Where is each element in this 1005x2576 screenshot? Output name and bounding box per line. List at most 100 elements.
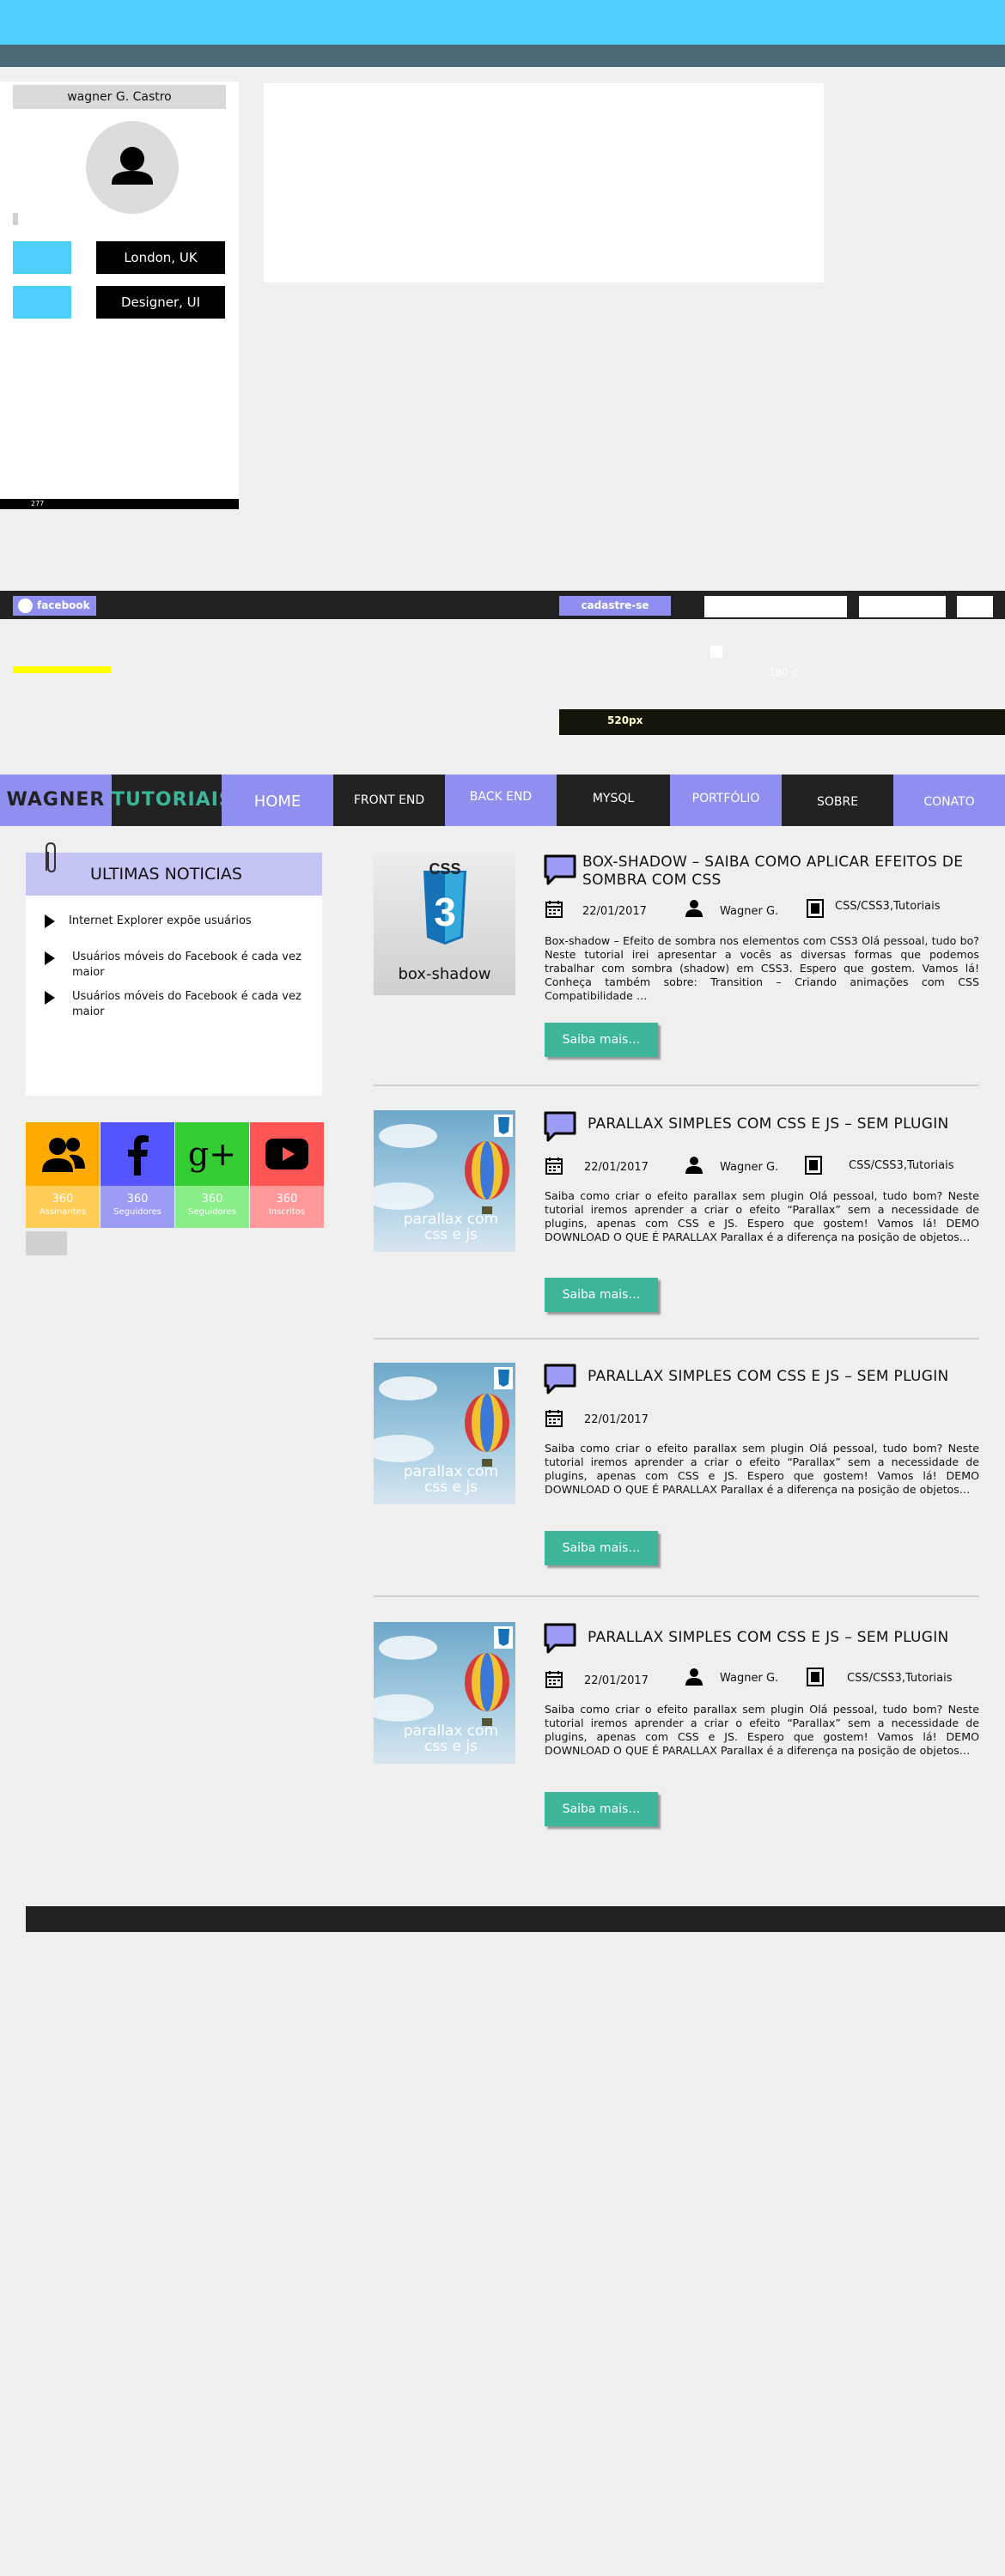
- role-swatch: [13, 286, 71, 319]
- post-category[interactable]: CSS/CSS3,Tutoriais: [849, 1159, 954, 1172]
- avatar[interactable]: [86, 121, 179, 214]
- bullet-arrow-icon: [45, 914, 55, 928]
- post-thumbnail[interactable]: parallax com css e js: [365, 1622, 515, 1764]
- post-thumbnail[interactable]: parallax com css e js: [365, 1363, 515, 1504]
- post-excerpt: Saiba como criar o efeito parallax sem p…: [545, 1189, 979, 1243]
- news-item[interactable]: Usuários móveis do Facebook é cada vez m…: [72, 950, 304, 981]
- social-label: Seguidores: [113, 1207, 161, 1217]
- calendar-icon: [545, 1671, 563, 1688]
- profile-name: wagner G. Castro: [13, 85, 226, 109]
- post-date: 22/01/2017: [584, 1674, 649, 1687]
- thumb-caption: parallax com css e js: [403, 1463, 499, 1496]
- logo-tutoriais[interactable]: TUTORIAIS: [112, 775, 233, 826]
- password-input[interactable]: [859, 596, 946, 617]
- social-tile-google-plus[interactable]: g+ 360 Seguidores: [175, 1122, 249, 1228]
- facebook-circle-icon: [18, 598, 33, 613]
- profile-marker: [13, 213, 18, 225]
- post-thumbnail[interactable]: CSS 3 box-shadow: [374, 854, 515, 995]
- read-more-button[interactable]: Saiba mais…: [545, 1792, 658, 1826]
- author-icon: [685, 1668, 703, 1686]
- post-divider: [374, 1084, 979, 1086]
- content-panel: [264, 83, 824, 283]
- social-label: Seguidores: [188, 1207, 236, 1217]
- post-title[interactable]: PARALLAX SIMPLES COM CSS E JS – SEM PLUG…: [588, 1629, 991, 1647]
- username-input[interactable]: [704, 596, 847, 617]
- signup-button[interactable]: cadastre-se: [559, 596, 671, 616]
- bullet-arrow-icon: [45, 991, 55, 1005]
- social-count: 360: [52, 1193, 74, 1206]
- news-title: ULTIMAS NOTICIAS: [26, 853, 322, 896]
- read-more-button[interactable]: Saiba mais…: [545, 1278, 658, 1312]
- top-banner-strip: [0, 45, 1005, 67]
- facebook-icon: [128, 1135, 149, 1176]
- calendar-icon: [545, 1410, 563, 1427]
- nav-front-end[interactable]: FRONT END: [333, 775, 445, 826]
- paperclip-icon: [46, 841, 56, 873]
- post-author[interactable]: Wagner G.: [720, 905, 778, 918]
- social-count: 360: [201, 1193, 223, 1206]
- login-submit[interactable]: [957, 596, 993, 617]
- post-date: 22/01/2017: [582, 905, 647, 918]
- post-divider: [374, 1338, 979, 1340]
- calendar-icon: [545, 901, 563, 918]
- placeholder-square: [26, 1231, 67, 1255]
- location-swatch: [13, 241, 71, 274]
- document-icon: [805, 1156, 822, 1175]
- speech-bubble-icon: [544, 1111, 576, 1142]
- read-more-button[interactable]: Saiba mais…: [545, 1531, 658, 1565]
- social-label: Assinantes: [39, 1207, 87, 1217]
- thumb-caption: parallax com css e js: [403, 1722, 499, 1755]
- white-square: [710, 646, 722, 658]
- nav-portfolio[interactable]: PORTFÓLIO: [670, 775, 782, 826]
- read-more-button[interactable]: Saiba mais…: [545, 1023, 658, 1057]
- news-item[interactable]: Usuários móveis do Facebook é cada vez m…: [72, 989, 304, 1020]
- svg-text:3: 3: [434, 890, 456, 934]
- width-bar: 520px: [559, 709, 1005, 735]
- post-date: 22/01/2017: [584, 1161, 649, 1174]
- profile-footer: 277: [0, 499, 239, 509]
- social-count: 360: [126, 1193, 149, 1206]
- social-count: 360: [276, 1193, 298, 1206]
- thumb-caption: box-shadow: [398, 965, 491, 983]
- nav-mysql[interactable]: MYSQL: [557, 775, 670, 826]
- speech-bubble-icon: [544, 1364, 576, 1394]
- logo-wagner[interactable]: WAGNER: [0, 775, 112, 826]
- post-title[interactable]: BOX-SHADOW – SAIBA COMO APLICAR EFEITOS …: [582, 854, 986, 890]
- calendar-icon: [545, 1157, 563, 1175]
- post-thumbnail[interactable]: parallax com css e js: [365, 1110, 515, 1252]
- post-category[interactable]: CSS/CSS3,Tutoriais: [835, 900, 941, 913]
- location-label: London, UK: [96, 241, 225, 274]
- top-banner: [0, 0, 1005, 45]
- news-item[interactable]: Internet Explorer expõe usuários: [69, 914, 326, 929]
- users-icon: [42, 1138, 85, 1172]
- post-title[interactable]: PARALLAX SIMPLES COM CSS E JS – SEM PLUG…: [588, 1115, 991, 1133]
- social-label: Inscritos: [268, 1207, 306, 1217]
- social-tile-facebook[interactable]: 360 Seguidores: [100, 1122, 174, 1228]
- post-divider: [374, 1595, 979, 1597]
- google-plus-icon: g+: [187, 1135, 237, 1173]
- bullet-arrow-icon: [45, 951, 55, 965]
- document-icon: [807, 1668, 824, 1686]
- post-excerpt: Saiba como criar o efeito parallax sem p…: [545, 1442, 979, 1496]
- social-tile-users[interactable]: 360 Assinantes: [26, 1122, 100, 1228]
- author-icon: [685, 1157, 703, 1174]
- nav-contato[interactable]: CONATO: [893, 775, 1005, 826]
- speech-bubble-icon: [544, 1623, 576, 1654]
- post-author[interactable]: Wagner G.: [720, 1672, 778, 1685]
- role-label: Designer, UI: [96, 286, 225, 319]
- nav-back-end[interactable]: BACK END: [445, 775, 557, 826]
- post-category[interactable]: CSS/CSS3,Tutoriais: [847, 1672, 953, 1685]
- top-toolbar: [0, 591, 1005, 619]
- youtube-icon: [265, 1139, 308, 1170]
- post-title[interactable]: PARALLAX SIMPLES COM CSS E JS – SEM PLUG…: [588, 1368, 991, 1386]
- social-tile-youtube[interactable]: 360 Inscritos: [250, 1122, 324, 1228]
- post-author[interactable]: Wagner G.: [720, 1161, 778, 1174]
- post-excerpt: Saiba como criar o efeito parallax sem p…: [545, 1703, 979, 1757]
- user-icon: [112, 147, 153, 185]
- nav-home[interactable]: HOME: [222, 775, 333, 826]
- yellow-accent-line: [13, 666, 111, 673]
- footer-bar: [26, 1906, 1005, 1932]
- nav-sobre[interactable]: SOBRE: [782, 775, 893, 826]
- speech-bubble-icon: [544, 854, 576, 885]
- document-icon: [807, 899, 824, 918]
